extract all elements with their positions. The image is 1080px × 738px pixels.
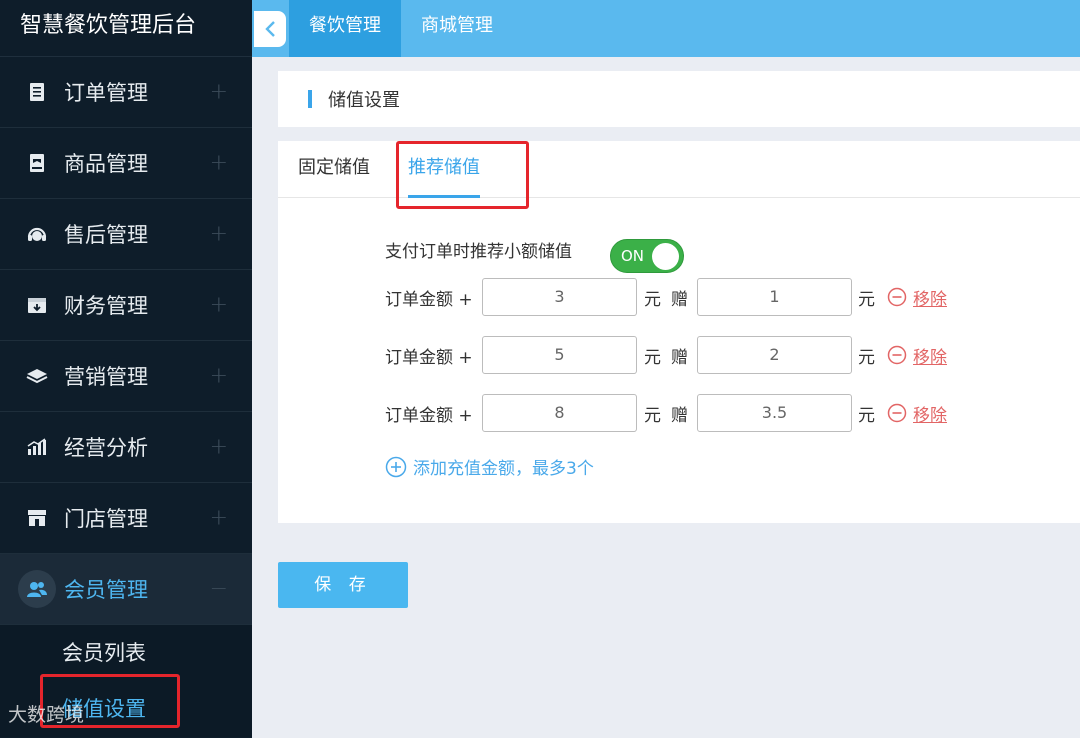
sidebar-item-products[interactable]: 商品管理 + — [0, 128, 252, 199]
page-header: 储值设置 — [278, 71, 1080, 127]
remove-link[interactable]: 移除 — [913, 285, 947, 310]
unit-label: 元 — [858, 347, 875, 368]
amount-input[interactable]: 3 — [482, 278, 637, 316]
collapse-sidebar-button[interactable] — [254, 10, 286, 47]
add-amount-label: 添加充值金额，最多3个 — [413, 459, 594, 479]
gift-input[interactable]: 1 — [697, 278, 852, 316]
toggle-label: 支付订单时推荐小额储值 — [385, 241, 572, 262]
tab-mall[interactable]: 商城管理 — [401, 0, 513, 57]
unit-label: 元 — [644, 405, 661, 426]
sidebar: 智慧餐饮管理后台 订单管理 + 商品管理 + 售后管理 + 财务管理 + 营销管… — [0, 0, 252, 738]
minus-circle-icon[interactable] — [887, 287, 907, 307]
recommend-toggle[interactable]: ON — [610, 239, 684, 273]
chart-icon — [26, 436, 48, 458]
unit-label: 元 — [644, 289, 661, 310]
expand-icon[interactable]: + — [210, 80, 228, 105]
gift-label: 赠 — [671, 347, 688, 368]
sidebar-item-label: 会员管理 — [64, 578, 148, 602]
plus-circle-icon — [385, 456, 407, 478]
sidebar-item-marketing[interactable]: 营销管理 + — [0, 341, 252, 412]
amount-label: 订单金额 + — [385, 347, 473, 368]
unit-label: 元 — [644, 347, 661, 368]
sidebar-item-label: 营销管理 — [64, 365, 148, 389]
highlight-box — [396, 141, 529, 209]
expand-icon[interactable]: + — [210, 506, 228, 531]
gift-input[interactable]: 2 — [697, 336, 852, 374]
tab-catering[interactable]: 餐饮管理 — [289, 0, 401, 57]
toggle-state: ON — [621, 247, 645, 265]
gift-input[interactable]: 3.5 — [697, 394, 852, 432]
unit-label: 元 — [858, 405, 875, 426]
store-icon — [26, 507, 48, 529]
sidebar-item-label: 商品管理 — [64, 152, 148, 176]
amount-input[interactable]: 5 — [482, 336, 637, 374]
tag-icon — [26, 152, 48, 174]
header-accent — [308, 90, 312, 108]
sidebar-item-stores[interactable]: 门店管理 + — [0, 483, 252, 554]
amount-input[interactable]: 8 — [482, 394, 637, 432]
expand-icon[interactable]: + — [210, 435, 228, 460]
headset-icon — [26, 223, 48, 245]
tab-fixed-value[interactable]: 固定储值 — [298, 141, 370, 198]
expand-icon[interactable]: + — [210, 364, 228, 389]
amount-row: 订单金额 + 5 元 赠 2 元 移除 — [385, 336, 947, 374]
toggle-knob — [652, 243, 679, 270]
wallet-icon — [26, 294, 48, 316]
sidebar-item-label: 门店管理 — [64, 507, 148, 531]
add-amount-button[interactable]: 添加充值金额，最多3个 — [385, 454, 594, 479]
amount-row: 订单金额 + 3 元 赠 1 元 移除 — [385, 278, 947, 316]
unit-label: 元 — [858, 289, 875, 310]
recommend-toggle-row: 支付订单时推荐小额储值 ON — [385, 225, 684, 273]
remove-link[interactable]: 移除 — [913, 343, 947, 368]
sidebar-item-aftersales[interactable]: 售后管理 + — [0, 199, 252, 270]
page-title: 储值设置 — [328, 90, 400, 111]
watermark: 大数跨境 — [8, 704, 85, 726]
amount-label: 订单金额 + — [385, 289, 473, 310]
remove-link[interactable]: 移除 — [913, 401, 947, 426]
sidebar-item-label: 售后管理 — [64, 223, 148, 247]
sidebar-item-members[interactable]: 会员管理 − — [0, 554, 252, 625]
save-button[interactable]: 保 存 — [278, 562, 408, 608]
layers-icon — [26, 365, 48, 387]
collapse-icon[interactable]: − — [210, 577, 228, 602]
amount-label: 订单金额 + — [385, 405, 473, 426]
minus-circle-icon[interactable] — [887, 345, 907, 365]
minus-circle-icon[interactable] — [887, 403, 907, 423]
sidebar-item-label: 订单管理 — [64, 81, 148, 105]
sidebar-item-label: 财务管理 — [64, 294, 148, 318]
top-bar: 餐饮管理 商城管理 — [252, 0, 1080, 57]
members-icon — [18, 570, 56, 608]
app-title: 智慧餐饮管理后台 — [0, 0, 252, 57]
expand-icon[interactable]: + — [210, 222, 228, 247]
gift-label: 赠 — [671, 405, 688, 426]
sidebar-item-finance[interactable]: 财务管理 + — [0, 270, 252, 341]
amount-row: 订单金额 + 8 元 赠 3.5 元 移除 — [385, 394, 947, 432]
settings-panel: 固定储值 推荐储值 支付订单时推荐小额储值 ON 订单金额 + 3 元 赠 1 … — [278, 141, 1080, 523]
sidebar-item-label: 经营分析 — [64, 436, 148, 460]
sidebar-item-analytics[interactable]: 经营分析 + — [0, 412, 252, 483]
gift-label: 赠 — [671, 289, 688, 310]
sidebar-subitem-member-list[interactable]: 会员列表 — [0, 625, 252, 681]
chevron-left-icon — [265, 20, 275, 37]
clipboard-icon — [26, 81, 48, 103]
expand-icon[interactable]: + — [210, 151, 228, 176]
expand-icon[interactable]: + — [210, 293, 228, 318]
sidebar-item-orders[interactable]: 订单管理 + — [0, 57, 252, 128]
